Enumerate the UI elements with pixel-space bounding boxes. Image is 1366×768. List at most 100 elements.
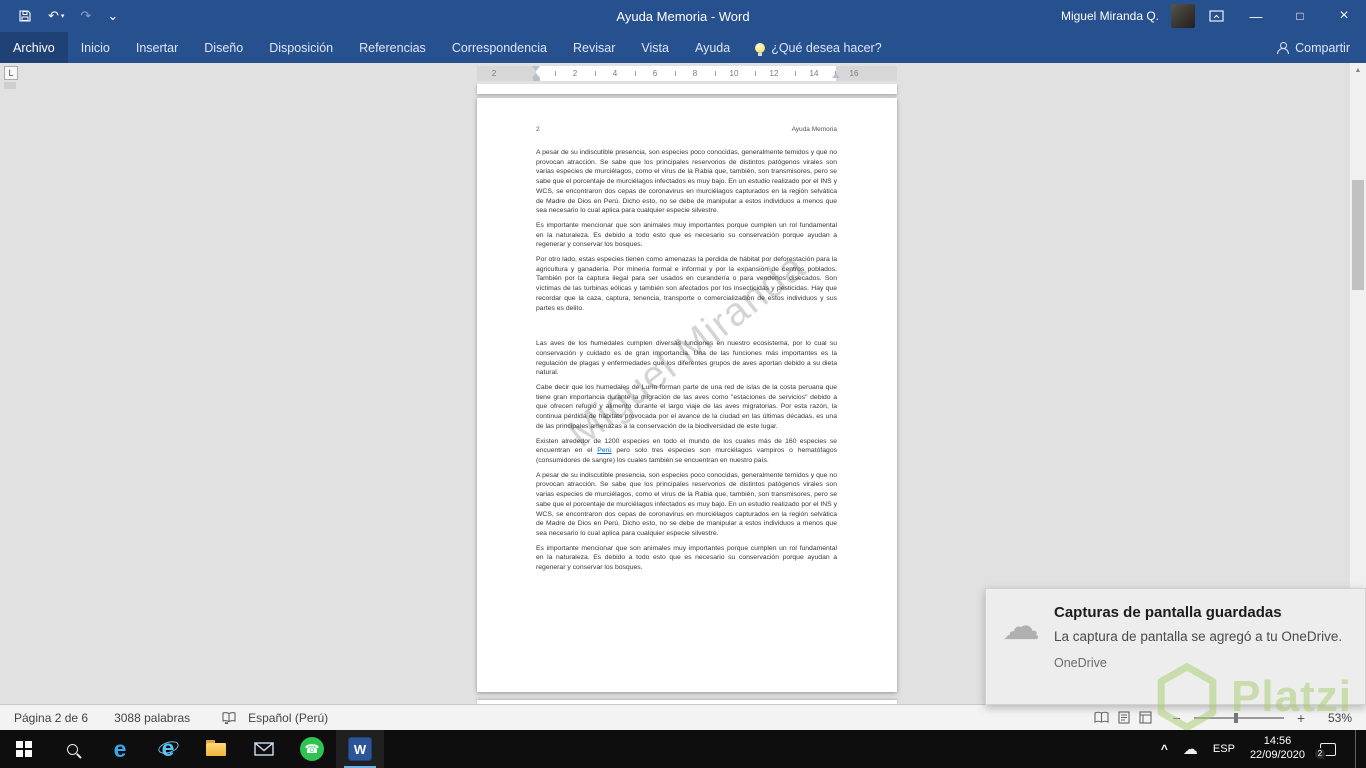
phone-icon: ☎ [304, 742, 320, 756]
paragraph: Las aves de los humedales cumplen divers… [536, 340, 837, 377]
share-label: Compartir [1295, 40, 1350, 55]
tab-diseno[interactable]: Diseño [191, 32, 256, 63]
tray-time: 14:56 [1263, 735, 1292, 748]
paragraph-with-link: Existen alrededor de 1200 especies en to… [536, 437, 837, 466]
word-icon: W [348, 737, 372, 761]
quick-access-toolbar: ↶ ▾ ↷ ⌄ [18, 8, 118, 24]
ribbon-display-options-button[interactable] [1209, 9, 1224, 23]
account-name[interactable]: Miguel Miranda Q. [1061, 9, 1159, 23]
tab-revisar[interactable]: Revisar [560, 32, 628, 63]
ruler-number: 12 [768, 69, 780, 78]
read-mode-icon[interactable] [1094, 711, 1109, 724]
page-header: 2 Ayuda Memoria [536, 126, 837, 133]
tab-referencias[interactable]: Referencias [346, 32, 439, 63]
proofing-errors-icon[interactable] [222, 711, 236, 724]
page-indicator[interactable]: Página 2 de 6 [14, 711, 88, 725]
internet-explorer-icon: e [161, 735, 175, 761]
taskbar-internet-explorer-button[interactable]: e [144, 730, 192, 768]
ruler-number: 2 [571, 69, 579, 78]
scroll-up-icon[interactable]: ▲ [1350, 63, 1366, 78]
ruler-number: 6 [651, 69, 659, 78]
zoom-out-button[interactable]: − [1173, 710, 1181, 726]
action-center-icon[interactable]: 2 [1314, 742, 1336, 760]
tell-me-box[interactable]: ¿Qué desea hacer? [743, 41, 894, 56]
ribbon-tab-bar: Archivo Inicio Insertar Diseño Disposici… [0, 32, 1366, 63]
scrollbar-thumb[interactable] [1352, 180, 1364, 290]
notification-badge: 2 [1314, 747, 1326, 760]
notification-title: Capturas de pantalla guardadas [1054, 604, 1282, 621]
first-line-indent-marker[interactable] [532, 66, 540, 71]
tab-ayuda[interactable]: Ayuda [682, 32, 743, 63]
tab-stop-selector[interactable]: L [4, 66, 18, 80]
taskbar-mail-button[interactable] [240, 730, 288, 768]
undo-button[interactable]: ↶ ▾ [48, 8, 64, 24]
ruler-number: 2 [491, 69, 497, 78]
taskbar-word-button[interactable]: W [336, 730, 384, 768]
zoom-slider-thumb[interactable] [1234, 712, 1239, 723]
whatsapp-icon: ☎ [300, 737, 324, 761]
web-layout-icon[interactable] [1139, 711, 1152, 724]
tab-archivo[interactable]: Archivo [0, 32, 68, 63]
tray-date: 22/09/2020 [1249, 749, 1305, 761]
ruler-number: 4 [611, 69, 619, 78]
notification-app: OneDrive [1054, 655, 1107, 670]
close-button[interactable]: × [1322, 0, 1366, 32]
onedrive-notification[interactable]: ☁ Capturas de pantalla guardadas La capt… [985, 588, 1366, 705]
share-button[interactable]: Compartir [1276, 41, 1350, 55]
ruler-number: 8 [691, 69, 699, 78]
ruler-ticks [536, 71, 836, 76]
taskbar-edge-button[interactable]: e [96, 730, 144, 768]
previous-page-edge [477, 84, 897, 94]
zoom-in-button[interactable]: + [1297, 710, 1305, 726]
windows-logo-icon [16, 741, 32, 757]
maximize-button[interactable]: □ [1278, 0, 1322, 32]
print-layout-icon[interactable] [1118, 711, 1130, 724]
title-bar: ↶ ▾ ↷ ⌄ Ayuda Memoria - Word Miguel Miran… [0, 0, 1366, 32]
undo-dropdown-icon: ▾ [60, 13, 65, 20]
window-title: Ayuda Memoria - Word [616, 8, 750, 24]
tray-chevron-icon[interactable]: ^ [1161, 742, 1168, 756]
tray-language[interactable]: ESP [1213, 743, 1235, 755]
show-desktop-strip[interactable] [1355, 730, 1360, 768]
taskbar-search-button[interactable] [48, 730, 96, 768]
system-tray: ^ ☁ ESP 14:56 22/09/2020 2 [1161, 730, 1360, 768]
save-icon[interactable] [18, 9, 32, 23]
tab-correspondencia[interactable]: Correspondencia [439, 32, 560, 63]
ruler-left-margin [477, 66, 536, 81]
tab-insertar[interactable]: Insertar [123, 32, 191, 63]
customize-qat-button[interactable]: ⌄ [107, 8, 118, 24]
tab-inicio[interactable]: Inicio [68, 32, 123, 63]
language-indicator[interactable]: Español (Perú) [248, 711, 328, 725]
vertical-ruler-stub [4, 82, 16, 89]
tab-disposicion[interactable]: Disposición [256, 32, 346, 63]
tab-vista[interactable]: Vista [628, 32, 682, 63]
document-page[interactable]: Miguel Miranda 2 Ayuda Memoria A pesar d… [477, 98, 897, 692]
redo-button[interactable]: ↷ [80, 8, 91, 24]
zoom-slider[interactable] [1193, 712, 1284, 723]
tray-onedrive-icon[interactable]: ☁ [1183, 740, 1198, 758]
paragraph: Cabe decir que los humedales de Lurín fo… [536, 384, 837, 430]
taskbar-file-explorer-button[interactable] [192, 730, 240, 768]
paragraph: Es importante mencionar que son animales… [536, 221, 837, 249]
paragraph: Es importante mencionar que son animales… [536, 544, 837, 572]
minimize-button[interactable]: — [1234, 0, 1278, 32]
notification-body: La captura de pantalla se agregó a tu On… [1054, 629, 1343, 644]
person-icon [1276, 41, 1290, 54]
tray-clock[interactable]: 14:56 22/09/2020 [1250, 735, 1305, 763]
onedrive-cloud-icon: ☁ [1002, 606, 1040, 648]
zoom-level[interactable]: 53% [1318, 711, 1352, 725]
horizontal-ruler: 2 2 4 6 8 10 12 14 16 [477, 66, 897, 81]
header-page-number: 2 [536, 126, 540, 133]
left-indent-marker[interactable] [532, 78, 540, 81]
peru-hyperlink[interactable]: Perú [597, 447, 611, 454]
ruler-number: 16 [849, 69, 859, 78]
taskbar-whatsapp-button[interactable]: ☎ [288, 730, 336, 768]
start-button[interactable] [0, 730, 48, 768]
ruler-number: 14 [808, 69, 820, 78]
edge-icon: e [113, 735, 127, 762]
account-avatar[interactable] [1171, 4, 1195, 28]
right-indent-marker[interactable] [832, 73, 840, 78]
ruler-right-margin [836, 66, 897, 81]
word-count[interactable]: 3088 palabras [114, 711, 190, 725]
status-bar: Página 2 de 6 3088 palabras Español (Per… [0, 704, 1366, 730]
